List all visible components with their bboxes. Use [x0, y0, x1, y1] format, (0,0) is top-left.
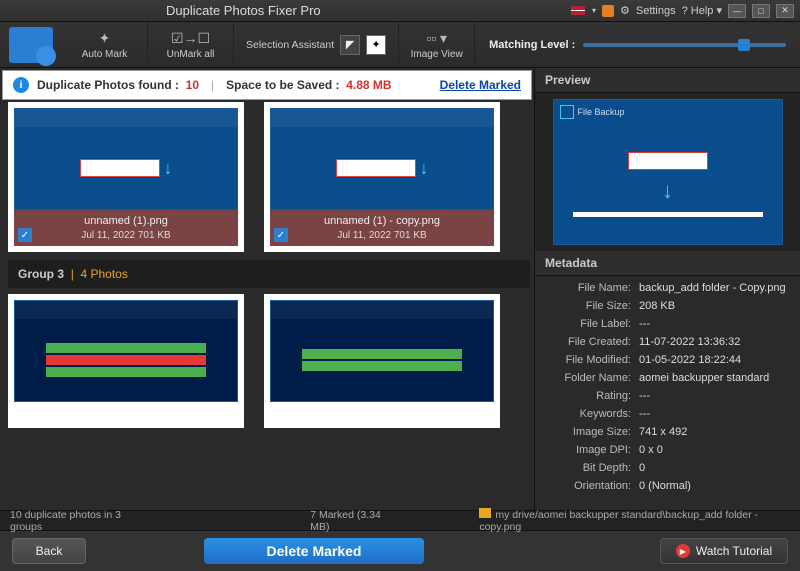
meta-modified: 01-05-2022 18:22:44 [631, 354, 788, 366]
info-bar: i Duplicate Photos found : 10 | Space to… [2, 70, 532, 100]
thumb-item[interactable]: ↓ unnamed (1) - copy.png Jul 11, 2022 70… [264, 102, 500, 252]
thumb-checkbox[interactable]: ✓ [274, 228, 288, 242]
results-pane: i Duplicate Photos found : 10 | Space to… [0, 68, 534, 510]
thumb-item[interactable] [8, 294, 244, 428]
space-label: Space to be Saved : [226, 78, 339, 92]
app-logo [0, 22, 62, 67]
thumb-image: ↓ [270, 108, 494, 210]
metadata-header: Metadata [535, 251, 800, 276]
status-summary: 10 duplicate photos in 3 groups [10, 509, 150, 533]
meta-created: 11-07-2022 13:36:32 [631, 336, 788, 348]
metadata-list[interactable]: File Name:backup_add folder - Copy.png F… [535, 276, 800, 510]
thumb-item[interactable]: ↓ unnamed (1).png Jul 11, 2022 701 KB ✓ [8, 102, 244, 252]
status-marked: 7 Marked (3.34 MB) [310, 509, 399, 533]
thumb-image: ↓ [14, 108, 238, 210]
flag-icon[interactable] [570, 5, 586, 16]
matching-level-slider[interactable] [583, 43, 786, 47]
thumb-image [270, 300, 494, 402]
image-view-button[interactable]: ▫▫ ▾ Image View [399, 22, 475, 67]
thumbnails-scroll[interactable]: ↓ unnamed (1).png Jul 11, 2022 701 KB ✓ … [0, 102, 534, 510]
status-bar: 10 duplicate photos in 3 groups 7 Marked… [0, 510, 800, 530]
thumb-meta: Jul 11, 2022 701 KB [14, 230, 238, 241]
titlebar: Duplicate Photos Fixer Pro ▾ ⚙ Settings … [0, 0, 800, 22]
selassist-tool-1[interactable]: ◤ [340, 35, 360, 55]
app-title: Duplicate Photos Fixer Pro [6, 3, 570, 18]
meta-bitdepth: 0 [631, 462, 788, 474]
selassist-tool-2[interactable]: ✦ [366, 35, 386, 55]
close-button[interactable]: ✕ [776, 4, 794, 18]
meta-folder: aomei backupper standard [631, 372, 788, 384]
preview-header: Preview [535, 68, 800, 93]
delete-marked-button[interactable]: Delete Marked [204, 538, 424, 564]
meta-orient: 0 (Normal) [631, 480, 788, 492]
status-path: my drive/aomei backupper standard\backup… [479, 508, 790, 533]
thumb-name: unnamed (1) - copy.png [270, 215, 494, 227]
automark-button[interactable]: ✦ Auto Mark [62, 22, 148, 67]
minimize-button[interactable]: — [728, 4, 746, 18]
unmark-button[interactable]: ☑→☐ UnMark all [148, 22, 234, 67]
meta-dpi: 0 x 0 [631, 444, 788, 456]
preview-image[interactable]: File Backup ↓ [553, 99, 783, 245]
thumb-name: unnamed (1).png [14, 215, 238, 227]
preview-box: File Backup ↓ [535, 93, 800, 251]
thumb-meta: Jul 11, 2022 701 KB [270, 230, 494, 241]
meta-imgsize: 741 x 492 [631, 426, 788, 438]
dropdown-icon: ▾ [592, 6, 596, 15]
selection-assistant: Selection Assistant ◤ ✦ [234, 22, 399, 67]
space-value: 4.88 MB [346, 78, 391, 92]
meta-filesize: 208 KB [631, 300, 788, 312]
uncheck-icon: ☑→☐ [171, 30, 210, 47]
thumb-checkbox[interactable]: ✓ [18, 228, 32, 242]
settings-link[interactable]: Settings [636, 5, 676, 17]
grid-icon: ▫▫ ▾ [426, 30, 447, 47]
toolbar: ✦ Auto Mark ☑→☐ UnMark all Selection Ass… [0, 22, 800, 68]
play-icon: ▶ [676, 544, 690, 558]
footer: Back Delete Marked ▶ Watch Tutorial [0, 530, 800, 571]
meta-filelabel: --- [631, 318, 788, 330]
meta-keywords: --- [631, 408, 788, 420]
watch-tutorial-button[interactable]: ▶ Watch Tutorial [660, 538, 788, 564]
group-header[interactable]: Group 3 | 4 Photos [8, 260, 530, 288]
notification-icon[interactable] [602, 5, 614, 17]
meta-filename: backup_add folder - Copy.png [631, 282, 788, 294]
meta-rating: --- [631, 390, 788, 402]
matching-level: Matching Level : [475, 22, 800, 67]
delete-marked-link[interactable]: Delete Marked [440, 78, 521, 92]
wand-icon: ✦ [99, 30, 111, 47]
found-count: 10 [186, 78, 199, 92]
back-button[interactable]: Back [12, 538, 86, 564]
main-area: i Duplicate Photos found : 10 | Space to… [0, 68, 800, 510]
thumb-image [14, 300, 238, 402]
info-icon: i [13, 77, 29, 93]
thumb-item[interactable] [264, 294, 500, 428]
help-link[interactable]: ? Help ▾ [682, 4, 722, 17]
gear-icon: ⚙ [620, 4, 630, 17]
found-label: Duplicate Photos found : [37, 78, 179, 92]
maximize-button[interactable]: □ [752, 4, 770, 18]
right-pane: Preview File Backup ↓ Metadata File Name… [534, 68, 800, 510]
